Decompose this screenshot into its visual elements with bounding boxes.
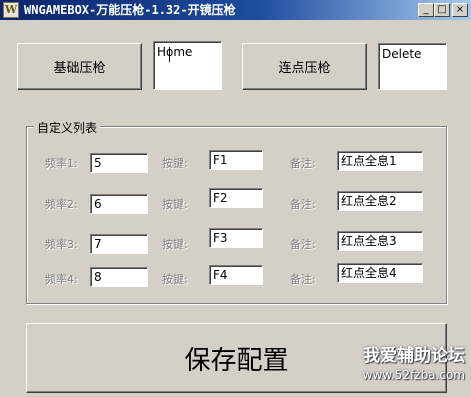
- key-input-1[interactable]: F1: [209, 150, 263, 170]
- basic-recoil-button[interactable]: 基础压枪: [17, 43, 142, 90]
- freq-label-2: 频率2:: [45, 198, 78, 211]
- freq-label-4: 频率4:: [45, 273, 78, 286]
- note-label-1: 备注:: [290, 157, 316, 170]
- window-title: WNGAMEBOX-万能压枪-1.32-开镜压枪: [24, 3, 236, 17]
- freq-input-3[interactable]: 7: [90, 234, 148, 254]
- basic-hotkey-value: Home: [157, 45, 193, 59]
- app-icon[interactable]: W: [3, 2, 19, 18]
- watermark-url: www.52fzba.com: [362, 368, 465, 382]
- note-label-3: 备注:: [290, 238, 316, 251]
- burst-hotkey-value: Delete: [382, 47, 422, 61]
- site-watermark: 我爱辅助论坛 www.52fzba.com: [363, 346, 465, 383]
- key-label-3: 按键:: [162, 238, 188, 251]
- text-caret: [169, 47, 170, 62]
- note-label-2: 备注:: [290, 198, 316, 211]
- custom-list-label: 自定义列表: [34, 119, 101, 136]
- key-label-2: 按键:: [162, 198, 188, 211]
- key-label-1: 按键:: [162, 157, 188, 170]
- key-input-4[interactable]: F4: [209, 265, 263, 285]
- watermark-title: 我爱辅助论坛: [363, 346, 465, 366]
- note-input-4[interactable]: 红点全息4: [337, 263, 423, 283]
- key-input-2[interactable]: F2: [209, 188, 263, 208]
- freq-label-3: 频率3:: [45, 238, 78, 251]
- note-input-3[interactable]: 红点全息3: [337, 231, 423, 251]
- key-label-4: 按键:: [162, 273, 188, 286]
- note-input-2[interactable]: 红点全息2: [337, 191, 423, 211]
- note-input-1[interactable]: 红点全息1: [337, 151, 423, 171]
- note-label-4: 备注:: [290, 273, 316, 286]
- basic-hotkey-field[interactable]: Home: [153, 41, 222, 90]
- burst-recoil-button[interactable]: 连点压枪: [242, 43, 367, 90]
- minimize-button[interactable]: _: [418, 3, 434, 17]
- title-bar[interactable]: W WNGAMEBOX-万能压枪-1.32-开镜压枪 _ □ ×: [0, 0, 471, 20]
- burst-hotkey-field[interactable]: Delete: [378, 43, 447, 90]
- freq-label-1: 频率1:: [45, 157, 78, 170]
- freq-input-1[interactable]: 5: [90, 153, 148, 173]
- close-button[interactable]: ×: [452, 3, 468, 17]
- freq-input-4[interactable]: 8: [90, 267, 148, 287]
- maximize-button[interactable]: □: [434, 3, 450, 17]
- key-input-3[interactable]: F3: [209, 228, 263, 248]
- freq-input-2[interactable]: 6: [90, 194, 148, 214]
